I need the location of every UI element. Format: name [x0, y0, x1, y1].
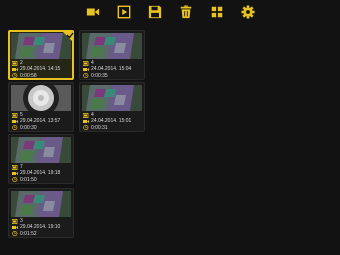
- recording-duration: 0:00:35: [91, 72, 108, 79]
- delete-button[interactable]: [177, 3, 195, 21]
- grid-view-button[interactable]: [208, 3, 226, 21]
- recording-meta: 3 29.04.2014. 19:10 0:01:52: [12, 218, 60, 237]
- recording-card[interactable]: 3 29.04.2014. 19:10 0:01:52: [8, 188, 74, 238]
- recording-card[interactable]: 5 29.04.2014. 13:57 0:00:30: [8, 82, 74, 132]
- save-button[interactable]: [146, 3, 164, 21]
- save-icon: [148, 5, 162, 19]
- play-icon: [117, 5, 131, 19]
- recording-meta: 5 29.04.2014. 13:57 0:00:30: [12, 112, 60, 131]
- video-thumbnail: [82, 33, 142, 59]
- toolbar: [0, 0, 340, 24]
- clock-icon: [12, 177, 18, 183]
- clock-icon: [12, 73, 18, 79]
- video-camera-icon: [86, 8, 100, 16]
- video-camera-icon: [83, 119, 89, 124]
- meta-row-duration: 0:01:50: [12, 177, 60, 183]
- video-camera-icon: [12, 119, 18, 124]
- selected-check-icon: [62, 30, 74, 43]
- recording-duration: 0:00:31: [91, 124, 108, 131]
- recording-card[interactable]: 4 24.04.2014. 15:04 0:00:35: [79, 30, 145, 80]
- camera-button[interactable]: [84, 3, 102, 21]
- meta-row-duration: 0:00:35: [83, 73, 131, 79]
- recording-meta: 2 29.04.2014. 14:15 0:00:58: [12, 60, 60, 79]
- video-thumbnail: [82, 85, 142, 111]
- meta-row-duration: 0:00:31: [83, 125, 131, 131]
- recording-card[interactable]: 4 24.04.2014. 15:01 0:00:31: [79, 82, 145, 132]
- clock-icon: [12, 231, 18, 237]
- clock-icon: [12, 125, 18, 131]
- clock-icon: [83, 73, 89, 79]
- clips-icon: [12, 112, 18, 118]
- recording-duration: 0:00:30: [20, 124, 37, 131]
- recording-meta: 4 24.04.2014. 15:04 0:00:35: [83, 60, 131, 79]
- recording-card[interactable]: 2 29.04.2014. 14:15 0:00:58: [8, 30, 74, 80]
- play-button[interactable]: [115, 3, 133, 21]
- recording-duration: 0:01:52: [20, 230, 37, 237]
- recording-meta: 4 24.04.2014. 15:01 0:00:31: [83, 112, 131, 131]
- gear-icon: [241, 5, 255, 19]
- clips-icon: [12, 218, 18, 224]
- meta-row-duration: 0:01:52: [12, 231, 60, 237]
- video-thumbnail: [11, 137, 71, 163]
- clips-icon: [83, 60, 89, 66]
- clips-icon: [12, 164, 18, 170]
- trash-icon: [180, 5, 192, 19]
- settings-button[interactable]: [239, 3, 257, 21]
- clips-icon: [83, 112, 89, 118]
- recording-card[interactable]: 7 29.04.2014. 19:18 0:01:50: [8, 134, 74, 184]
- recording-meta: 7 29.04.2014. 19:18 0:01:50: [12, 164, 60, 183]
- video-camera-icon: [12, 67, 18, 72]
- recording-duration: 0:00:58: [20, 72, 37, 79]
- meta-row-duration: 0:00:58: [12, 73, 60, 79]
- video-camera-icon: [83, 67, 89, 72]
- meta-row-duration: 0:00:30: [12, 125, 60, 131]
- clock-icon: [83, 125, 89, 131]
- clips-icon: [12, 60, 18, 66]
- recording-duration: 0:01:50: [20, 176, 37, 183]
- video-camera-icon: [12, 171, 18, 176]
- video-thumbnail: [11, 85, 71, 111]
- video-thumbnail: [11, 191, 71, 217]
- video-camera-icon: [12, 225, 18, 230]
- grid-icon: [211, 6, 223, 18]
